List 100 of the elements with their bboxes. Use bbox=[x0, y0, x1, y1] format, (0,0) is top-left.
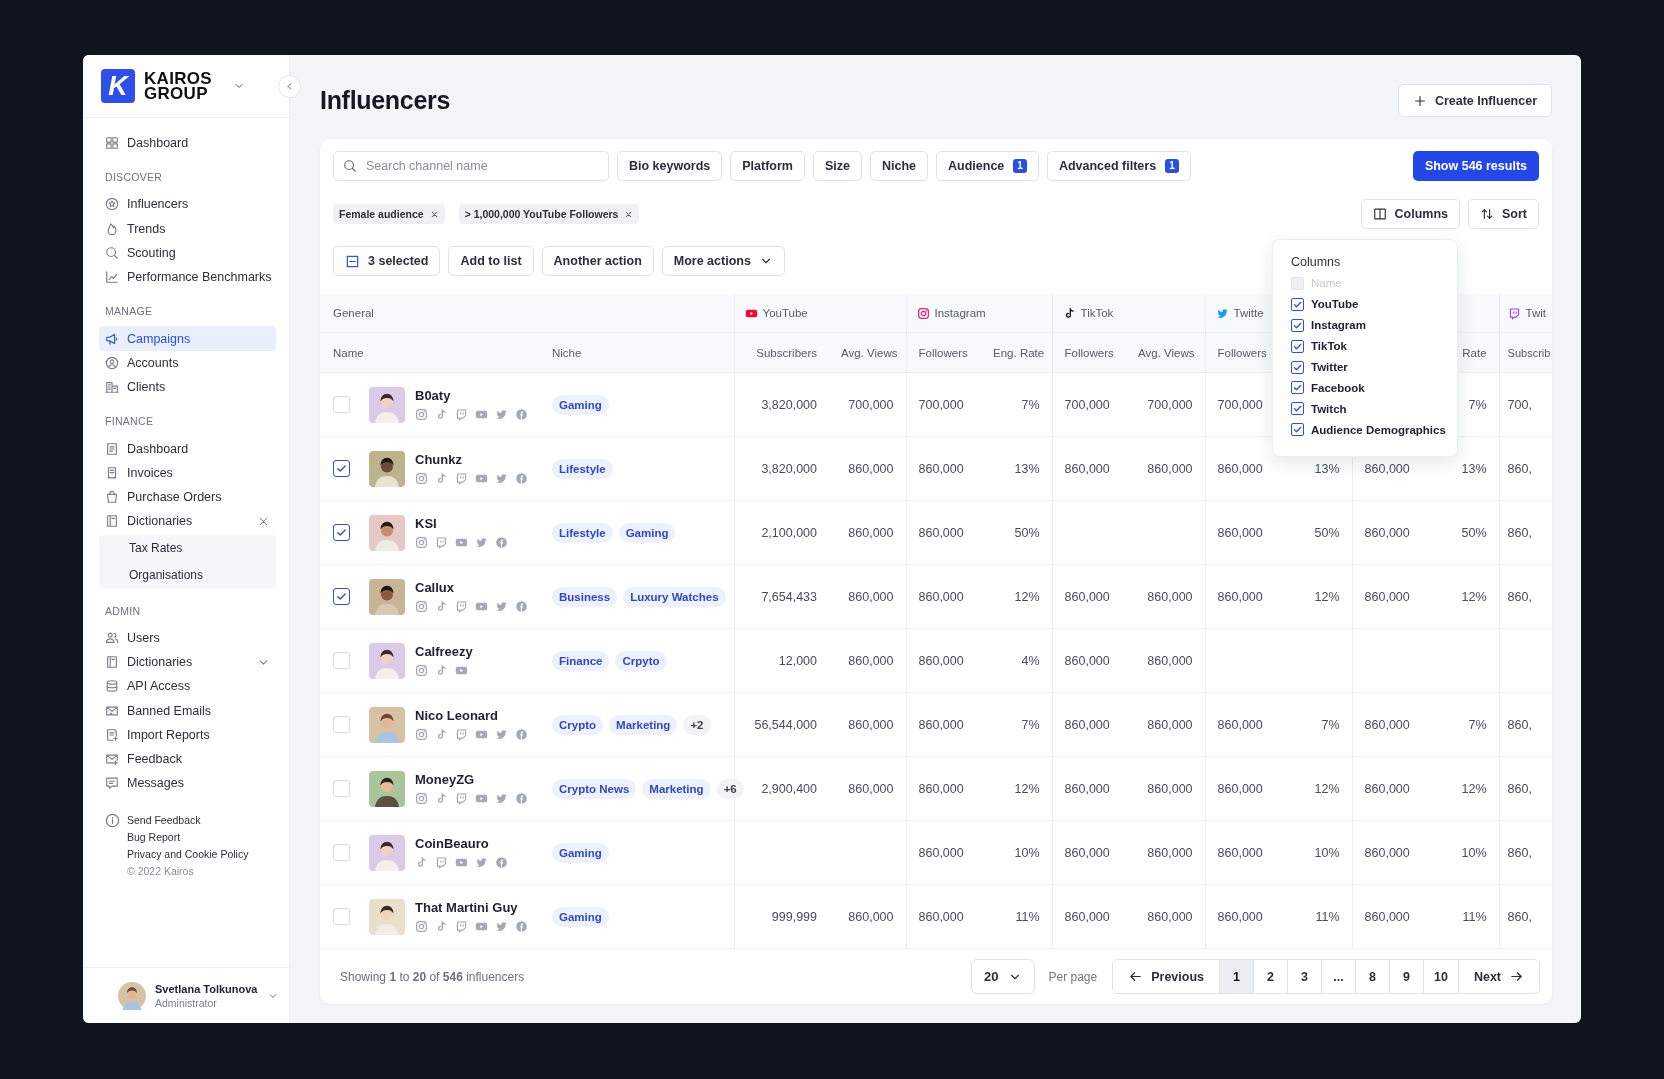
niche-tag: Business bbox=[552, 586, 618, 607]
column-option[interactable]: YouTube bbox=[1291, 293, 1451, 315]
column-group-label: YouTube bbox=[762, 307, 808, 319]
table-cell: 860,000 bbox=[1352, 692, 1427, 757]
column-group-label: Instagram bbox=[934, 307, 986, 319]
influencer-name[interactable]: That Martini Guy bbox=[415, 900, 528, 915]
more-actions-button[interactable]: More actions bbox=[661, 246, 785, 276]
table-cell: 860,000 bbox=[1205, 500, 1280, 565]
filter-chip[interactable]: Female audience bbox=[333, 204, 445, 224]
table-cell: 10% bbox=[981, 820, 1053, 885]
table-cell: 12% bbox=[981, 756, 1053, 821]
table-cell: 11% bbox=[1279, 884, 1353, 949]
page-button[interactable]: 1 bbox=[1219, 960, 1253, 993]
nav-item[interactable]: API Access bbox=[99, 674, 276, 699]
row-checkbox[interactable] bbox=[333, 588, 350, 605]
create-button[interactable]: Create Influencer bbox=[1397, 84, 1552, 117]
footer-link[interactable]: Bug Report bbox=[127, 831, 181, 844]
nav-item[interactable]: Banned Emails bbox=[99, 698, 276, 723]
influencer-name[interactable]: Nico Leonard bbox=[415, 708, 528, 723]
table-cell: 860,000 bbox=[1205, 756, 1280, 821]
nav-item[interactable]: Accounts bbox=[99, 350, 276, 376]
nav-item[interactable]: Import Reports bbox=[99, 722, 276, 748]
nav-item[interactable]: Messages bbox=[99, 771, 276, 796]
table-cell: 860,000 bbox=[829, 500, 907, 565]
checkbox[interactable] bbox=[1291, 402, 1304, 416]
filter-button[interactable]: Size bbox=[813, 151, 862, 181]
checkbox[interactable] bbox=[1291, 381, 1304, 395]
nav-item[interactable]: Dictionaries bbox=[99, 509, 276, 534]
row-checkbox[interactable] bbox=[333, 524, 350, 541]
page-title: Influencers bbox=[320, 86, 451, 115]
footer-link[interactable]: Send Feedback bbox=[127, 814, 201, 827]
nav-item[interactable]: Scouting bbox=[99, 240, 276, 266]
nav-item[interactable]: Dashboard bbox=[99, 131, 276, 156]
nav-item[interactable]: Feedback bbox=[99, 747, 276, 772]
table-cell: 700,000 bbox=[1052, 372, 1127, 437]
filter-chip[interactable]: > 1,000,000 YouTube Followers bbox=[458, 204, 640, 224]
line-chart-icon bbox=[105, 270, 119, 285]
row-checkbox[interactable] bbox=[333, 460, 350, 477]
nav-item[interactable]: Performance Benchmarks bbox=[99, 265, 276, 290]
nav-item[interactable]: Dictionaries bbox=[99, 649, 276, 675]
instagram-icon bbox=[415, 792, 428, 805]
arrow-right-icon bbox=[1509, 969, 1524, 984]
influencer-name[interactable]: CoinBeauro bbox=[415, 836, 508, 851]
checkbox[interactable] bbox=[1291, 360, 1304, 374]
nav-item[interactable]: Clients bbox=[99, 375, 276, 400]
checkbox[interactable] bbox=[1291, 297, 1304, 311]
nav-item[interactable]: Campaigns bbox=[99, 326, 276, 351]
checkbox[interactable] bbox=[1291, 339, 1304, 353]
nav-item[interactable]: Dashboard bbox=[99, 436, 276, 461]
table-cell: 12% bbox=[1426, 756, 1500, 821]
checkbox[interactable] bbox=[1291, 318, 1304, 332]
filter-button[interactable]: Audience 1 bbox=[936, 151, 1039, 181]
table-cell: 7% bbox=[1426, 692, 1500, 757]
nav-item[interactable]: Users bbox=[99, 625, 276, 650]
column-header: Name bbox=[320, 332, 540, 373]
nav-item[interactable]: Trends bbox=[99, 216, 276, 241]
action-button[interactable]: Add to list bbox=[448, 246, 534, 276]
search-field[interactable]: Search channel name bbox=[333, 151, 609, 181]
filter-button[interactable]: Bio keywords bbox=[617, 151, 723, 181]
checkbox[interactable] bbox=[1291, 423, 1304, 437]
close-icon[interactable] bbox=[624, 209, 634, 219]
close-icon[interactable] bbox=[429, 209, 439, 219]
table-cell: 2,100,000 bbox=[734, 500, 829, 565]
twitter-icon bbox=[495, 920, 508, 933]
influencer-name[interactable]: KSI bbox=[415, 516, 508, 531]
influencer-name[interactable]: MoneyZG bbox=[415, 772, 528, 787]
tiktok-icon bbox=[435, 920, 448, 933]
selection-button[interactable]: 3 selected bbox=[333, 246, 441, 276]
columns-button[interactable]: Columns bbox=[1360, 199, 1460, 229]
nav-item[interactable]: Purchase Orders bbox=[99, 484, 276, 510]
filter-button[interactable]: Advanced filters 1 bbox=[1046, 151, 1191, 181]
nav-item[interactable]: Invoices bbox=[99, 460, 276, 485]
next-button[interactable]: Next bbox=[1457, 960, 1539, 993]
show-results-button[interactable]: Show 546 results bbox=[1412, 151, 1539, 181]
count-badge: 1 bbox=[1013, 159, 1027, 173]
influencer-name[interactable]: Callux bbox=[415, 580, 528, 595]
filter-button[interactable]: Platform bbox=[730, 151, 805, 181]
twitch-icon bbox=[455, 600, 468, 613]
youtube-icon bbox=[475, 472, 488, 485]
tiktok-icon bbox=[415, 856, 428, 869]
facebook-icon bbox=[515, 408, 528, 421]
twitch-icon bbox=[455, 472, 468, 485]
nav-item[interactable]: Influencers bbox=[99, 192, 276, 217]
influencer-name[interactable]: Chunkz bbox=[415, 452, 528, 467]
influencer-name[interactable]: Calfreezy bbox=[415, 644, 473, 659]
arrow-left-icon bbox=[1128, 969, 1144, 984]
table-cell: 860,000 bbox=[1205, 884, 1280, 949]
table-cell: 860, bbox=[1499, 884, 1553, 949]
per-page-select[interactable]: 20 bbox=[971, 959, 1036, 994]
twitch-icon bbox=[455, 792, 468, 805]
footer-link[interactable]: Privacy and Cookie Policy bbox=[127, 848, 249, 861]
filter-button[interactable]: Niche bbox=[870, 151, 929, 181]
tiktok-icon bbox=[435, 792, 448, 805]
facebook-icon bbox=[515, 792, 528, 805]
nav-subitem[interactable]: Tax Rates bbox=[99, 534, 276, 562]
nav-subitem[interactable]: Organisations bbox=[99, 561, 276, 589]
influencer-name[interactable]: B0aty bbox=[415, 388, 528, 403]
sort-button[interactable]: Sort bbox=[1468, 199, 1539, 229]
action-button[interactable]: Another action bbox=[541, 246, 654, 276]
envelope-icon bbox=[105, 752, 119, 767]
